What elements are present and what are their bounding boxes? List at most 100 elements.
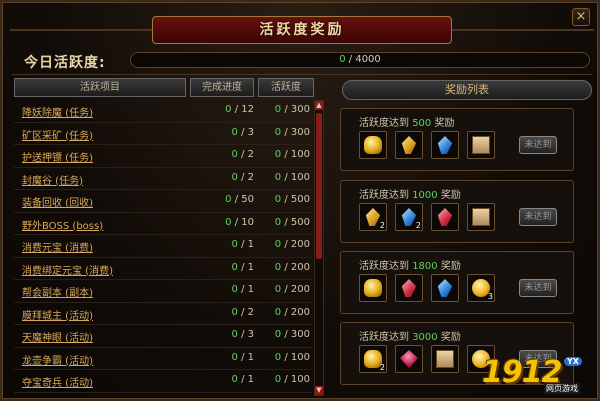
reward-item-slot[interactable]: 3: [467, 274, 495, 302]
scroll-down-arrow-icon[interactable]: ▼: [315, 386, 323, 395]
progress-sep: /: [237, 171, 248, 183]
activity-name-link[interactable]: 封魔谷 (任务): [22, 172, 83, 187]
reward-list-panel: 活跃度达到 500 奖励 未达到 活跃度达到 1000 奖励 2 2 未达到 活跃度达到 1…: [336, 104, 594, 396]
activity-points: 0 / 100: [262, 172, 310, 183]
activity-name-link[interactable]: 夺宝奇兵 (活动): [22, 374, 93, 389]
table-row: 装备回收 (回收) 0 / 50 0 / 500: [14, 190, 312, 213]
activity-progress: 0 / 1: [194, 352, 254, 363]
claim-reward-button[interactable]: 未达到: [519, 136, 557, 154]
progress-sep: /: [237, 261, 248, 273]
points-sep: /: [281, 171, 291, 183]
reward-item-slot[interactable]: [431, 203, 459, 231]
points-max: 500: [290, 216, 310, 228]
reward-item-slot[interactable]: 2: [395, 203, 423, 231]
progress-sep: /: [237, 126, 248, 138]
red-gem-icon: [400, 350, 418, 368]
activity-progress: 0 / 50: [194, 194, 254, 205]
activity-progress: 0 / 1: [194, 284, 254, 295]
reward-item-slot[interactable]: [359, 274, 387, 302]
activity-progress: 0 / 10: [194, 217, 254, 228]
table-row: 消费绑定元宝 (消费) 0 / 1 0 / 200: [14, 258, 312, 280]
activity-points: 0 / 100: [262, 352, 310, 363]
blue-crystal-icon: [437, 136, 453, 154]
header-points: 活跃度: [258, 78, 314, 97]
table-row: 消费元宝 (消费) 0 / 1 0 / 200: [14, 235, 312, 258]
progress-text: 0 / 4000: [131, 53, 589, 67]
points-max: 200: [290, 284, 310, 295]
reward-item-slot[interactable]: 2: [359, 203, 387, 231]
reward-tier-title: 活跃度达到 3000 奖励: [359, 328, 461, 343]
gold-ingot-icon: [364, 279, 382, 297]
reward-item-slot[interactable]: [431, 345, 459, 373]
red-crystal-icon: [401, 279, 417, 297]
activity-name-link[interactable]: 膜拜城主 (活动): [22, 307, 93, 322]
reward-item-slot[interactable]: [467, 203, 495, 231]
table-row: 降妖除魔 (任务) 0 / 12 0 / 300: [14, 100, 312, 123]
points-sep: /: [281, 306, 291, 318]
scroll-icon: [436, 350, 454, 368]
activity-name-link[interactable]: 龙壶争霸 (活动): [22, 352, 93, 367]
activity-points: 0 / 300: [262, 104, 310, 115]
scroll-thumb[interactable]: [316, 113, 322, 259]
progress-total: 1: [247, 239, 254, 250]
activity-points: 0 / 500: [262, 194, 310, 205]
progress-total: 2: [247, 306, 254, 318]
activity-points: 0 / 200: [262, 262, 310, 273]
activity-name-link[interactable]: 消费元宝 (消费): [22, 239, 93, 254]
points-max: 200: [290, 306, 310, 318]
gold-orb-icon: [472, 350, 490, 368]
progress-sep: /: [237, 351, 248, 363]
today-activity-label: 今日活跃度:: [24, 55, 106, 71]
points-max: 100: [290, 149, 310, 160]
reward-item-slot[interactable]: [395, 131, 423, 159]
reward-tier-title: 活跃度达到 1000 奖励: [359, 186, 461, 201]
activity-name-link[interactable]: 装备回收 (回收): [22, 194, 93, 209]
tier-prefix: 活跃度达到: [359, 261, 409, 272]
progress-total: 12: [241, 104, 254, 115]
activity-name-link[interactable]: 天魔神眼 (活动): [22, 329, 93, 344]
item-quantity: 2: [415, 221, 421, 230]
reward-item-slot[interactable]: 2: [359, 345, 387, 373]
progress-sep: /: [231, 194, 242, 205]
reward-item-slot[interactable]: [395, 274, 423, 302]
reward-item-slot[interactable]: [467, 131, 495, 159]
reward-item-slot[interactable]: [359, 131, 387, 159]
progress-sep: /: [237, 284, 248, 295]
activity-points: 0 / 100: [262, 374, 310, 385]
activity-name-link[interactable]: 消费绑定元宝 (消费): [22, 262, 113, 277]
reward-item-slot[interactable]: [395, 345, 423, 373]
reward-item-slot[interactable]: [431, 131, 459, 159]
red-crystal-icon: [437, 208, 453, 226]
reward-tier-card: 活跃度达到 1000 奖励 2 2 未达到: [340, 180, 574, 243]
claim-reward-button[interactable]: 未达到: [519, 208, 557, 226]
claim-reward-button[interactable]: 未达到: [519, 350, 557, 368]
points-sep: /: [281, 329, 291, 340]
close-button[interactable]: ×: [572, 8, 590, 26]
activity-name-link[interactable]: 帮会副本 (副本): [22, 284, 93, 299]
tier-suffix: 奖励: [440, 332, 461, 343]
header-progress: 完成进度: [190, 78, 254, 97]
claim-reward-button[interactable]: 未达到: [519, 279, 557, 297]
reward-list-tab[interactable]: 奖励列表: [342, 80, 592, 100]
points-sep: /: [281, 126, 291, 138]
item-quantity: 3: [487, 292, 493, 301]
points-sep: /: [281, 261, 291, 273]
activity-name-link[interactable]: 降妖除魔 (任务): [22, 104, 93, 119]
activity-progress: 0 / 1: [194, 239, 254, 250]
table-row: 野外BOSS (boss) 0 / 10 0 / 500: [14, 213, 312, 235]
progress-sep: /: [237, 306, 248, 318]
reward-item-slot[interactable]: [467, 345, 495, 373]
activity-name-link[interactable]: 矿区采矿 (任务): [22, 127, 93, 142]
progress-max: 4000: [355, 54, 381, 65]
progress-total: 1: [247, 351, 254, 363]
table-row: 膜拜城主 (活动) 0 / 2 0 / 200: [14, 303, 312, 325]
activity-name-link[interactable]: 护送押镖 (任务): [22, 149, 93, 164]
activity-name-link[interactable]: 野外BOSS (boss): [22, 217, 103, 232]
activity-scrollbar[interactable]: ▲ ▼: [314, 100, 324, 396]
table-row: 天魔神眼 (活动) 0 / 3 0 / 300: [14, 325, 312, 348]
yellow-crystal-icon: [401, 136, 417, 154]
reward-item-slot[interactable]: [431, 274, 459, 302]
scroll-up-arrow-icon[interactable]: ▲: [315, 101, 323, 110]
tier-requirement: 1800: [412, 261, 438, 272]
activity-list-panel: 活跃项目 完成进度 活跃度 降妖除魔 (任务) 0 / 12 0 / 300 矿区采矿…: [14, 78, 326, 396]
